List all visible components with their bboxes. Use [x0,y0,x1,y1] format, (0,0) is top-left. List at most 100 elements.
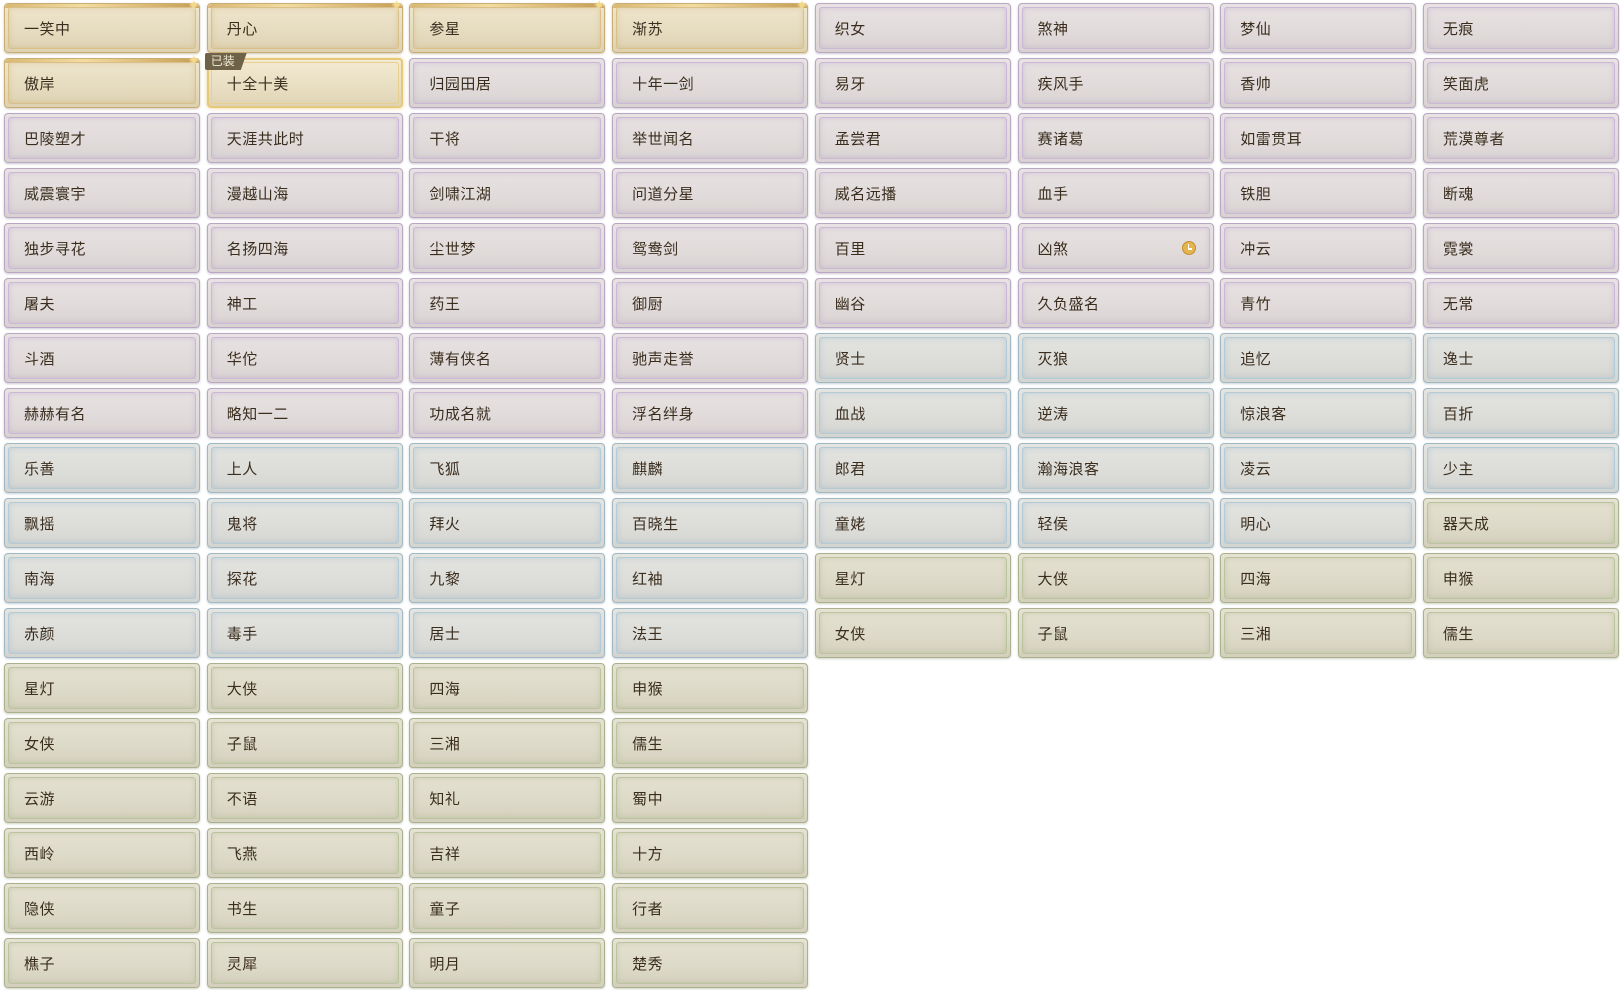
title-tile[interactable]: 大侠 [1017,553,1214,603]
title-tile[interactable]: 法王 [612,608,809,658]
title-tile[interactable]: 剑啸江湖 [409,168,606,218]
title-tile[interactable]: 西岭 [4,828,200,878]
title-tile[interactable]: 吉祥 [409,828,606,878]
title-tile[interactable]: 幽谷 [814,278,1011,328]
title-tile[interactable]: 瀚海浪客 [1017,443,1214,493]
title-tile[interactable]: 霓裳 [1422,223,1619,273]
title-tile[interactable]: 赫赫有名 [4,388,200,438]
title-tile[interactable]: 问道分星 [612,168,809,218]
title-tile[interactable]: 惊浪客 [1220,388,1417,438]
title-tile[interactable]: 荒漠尊者 [1422,113,1619,163]
title-tile[interactable]: 薄有侠名 [409,333,606,383]
title-tile[interactable]: 毒手 [206,608,403,658]
title-tile[interactable]: 笑面虎 [1422,58,1619,108]
title-tile[interactable]: 干将 [409,113,606,163]
title-tile[interactable]: 凶煞 [1017,223,1214,273]
title-tile[interactable]: 楚秀 [612,938,809,988]
title-tile[interactable]: 逸士 [1422,333,1619,383]
title-tile[interactable]: 浮名绊身 [612,388,809,438]
title-tile[interactable]: 郎君 [814,443,1011,493]
title-tile[interactable]: 巴陵塑才 [4,113,200,163]
title-tile[interactable]: 儒生 [612,718,809,768]
title-tile[interactable]: 四海 [409,663,606,713]
title-tile[interactable]: 樵子 [4,938,200,988]
title-tile[interactable]: 灵犀 [206,938,403,988]
title-tile[interactable]: 香帅 [1220,58,1417,108]
title-tile[interactable]: 明月 [409,938,606,988]
title-tile[interactable]: 屠夫 [4,278,200,328]
title-tile[interactable]: 知礼 [409,773,606,823]
title-tile[interactable]: 童姥 [814,498,1011,548]
title-tile[interactable]: 大侠 [206,663,403,713]
title-tile[interactable]: 疾风手 [1017,58,1214,108]
title-tile[interactable]: 追忆 [1220,333,1417,383]
title-tile[interactable]: 器天成 [1422,498,1619,548]
title-tile[interactable]: 四海 [1220,553,1417,603]
title-tile[interactable]: 轻侯 [1017,498,1214,548]
title-tile[interactable]: 渐苏 ✦ [612,0,809,53]
title-tile[interactable]: 名扬四海 [206,223,403,273]
title-tile[interactable]: 书生 [206,883,403,933]
title-tile[interactable]: 漫越山海 [206,168,403,218]
title-tile[interactable]: 血战 [814,388,1011,438]
title-tile[interactable]: 血手 [1017,168,1214,218]
title-tile[interactable]: 少主 [1422,443,1619,493]
title-tile[interactable]: 如雷贯耳 [1220,113,1417,163]
title-tile[interactable]: 申猴 [1422,553,1619,603]
title-tile[interactable]: 冲云 [1220,223,1417,273]
title-tile[interactable]: 南海 [4,553,200,603]
title-tile[interactable]: 孟尝君 [814,113,1011,163]
title-tile[interactable]: 云游 [4,773,200,823]
title-tile[interactable]: 上人 [206,443,403,493]
title-tile[interactable]: 斗酒 [4,333,200,383]
title-tile[interactable]: 华佗 [206,333,403,383]
title-tile[interactable]: 凌云 [1220,443,1417,493]
title-tile[interactable]: 九黎 [409,553,606,603]
title-tile[interactable]: 百晓生 [612,498,809,548]
title-tile[interactable]: 驰声走誉 [612,333,809,383]
title-tile[interactable]: 煞神 [1017,3,1214,53]
title-tile[interactable]: 尘世梦 [409,223,606,273]
title-tile[interactable]: 天涯共此时 [206,113,403,163]
title-tile[interactable]: 无常 [1422,278,1619,328]
title-tile[interactable]: 飘摇 [4,498,200,548]
title-tile[interactable]: 神工 [206,278,403,328]
title-tile[interactable]: 星灯 [4,663,200,713]
title-tile[interactable]: 红袖 [612,553,809,603]
title-tile[interactable]: 一笑中 ✦ [4,0,200,53]
title-tile[interactable]: 女侠 [4,718,200,768]
title-tile[interactable]: 威名远播 [814,168,1011,218]
title-tile[interactable]: 蜀中 [612,773,809,823]
title-tile[interactable]: 御厨 [612,278,809,328]
title-tile[interactable]: 举世闻名 [612,113,809,163]
title-tile[interactable]: 灭狼 [1017,333,1214,383]
title-tile[interactable]: 赤颜 [4,608,200,658]
title-tile[interactable]: 行者 [612,883,809,933]
title-tile[interactable]: 探花 [206,553,403,603]
title-tile[interactable]: 傲岸 ✦ [4,54,200,108]
title-tile[interactable]: 鬼将 [206,498,403,548]
title-tile[interactable]: 织女 [814,3,1011,53]
title-tile[interactable]: 独步寻花 [4,223,200,273]
title-tile[interactable]: 铁胆 [1220,168,1417,218]
title-tile[interactable]: 拜火 [409,498,606,548]
title-tile[interactable]: 申猴 [612,663,809,713]
title-tile[interactable]: 童子 [409,883,606,933]
title-tile[interactable]: 十年一剑 [612,58,809,108]
title-tile[interactable]: 归园田居 [409,58,606,108]
title-tile[interactable]: 飞狐 [409,443,606,493]
title-tile[interactable]: 药王 [409,278,606,328]
title-tile[interactable]: 功成名就 [409,388,606,438]
title-tile[interactable]: 无痕 [1422,3,1619,53]
title-tile[interactable]: 略知一二 [206,388,403,438]
title-tile[interactable]: 女侠 [814,608,1011,658]
title-tile[interactable]: 十方 [612,828,809,878]
title-tile[interactable]: 飞燕 [206,828,403,878]
title-tile[interactable]: 梦仙 [1220,3,1417,53]
title-tile[interactable]: 麒麟 [612,443,809,493]
title-tile[interactable]: 易牙 [814,58,1011,108]
title-tile[interactable]: 参星 ✦ [409,0,606,53]
title-tile[interactable]: 儒生 [1422,608,1619,658]
title-tile[interactable]: 不语 [206,773,403,823]
title-tile[interactable]: 子鼠 [1017,608,1214,658]
